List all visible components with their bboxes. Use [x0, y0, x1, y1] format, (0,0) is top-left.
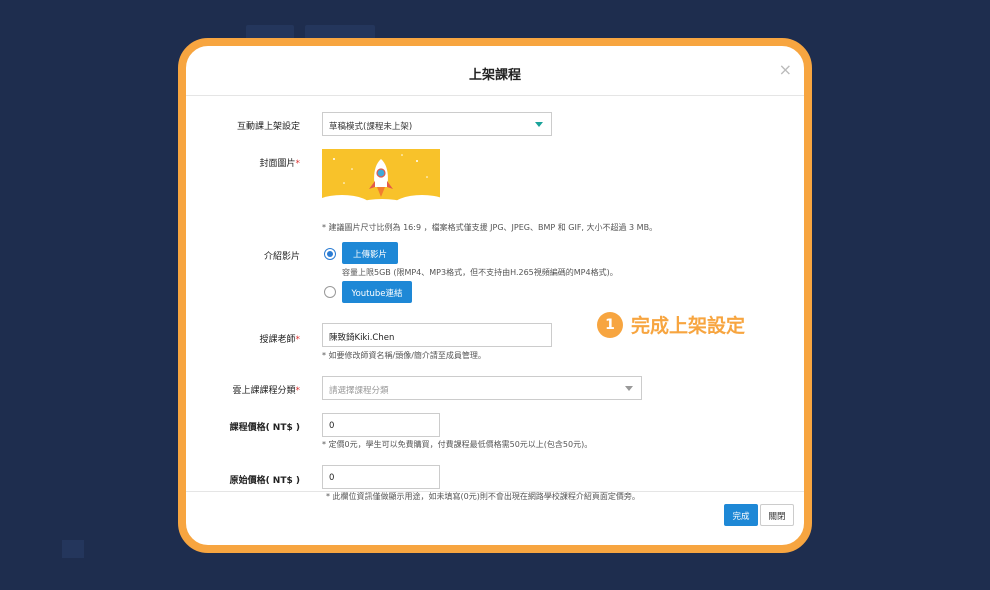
upload-video-radio[interactable]: [324, 248, 336, 260]
teacher-hint: * 如要修改師資名稱/頭像/簡介請至成員管理。: [322, 351, 486, 360]
cover-image-label: 封面圖片*: [259, 159, 300, 169]
close-icon[interactable]: ×: [779, 60, 792, 79]
step-callout-text: 完成上架設定: [631, 315, 746, 337]
original-price-label: 原始價格( NT$ ): [229, 476, 300, 486]
intro-video-label: 介紹影片: [263, 252, 300, 262]
step-callout: 1 完成上架設定: [597, 311, 745, 338]
close-button[interactable]: 關閉: [760, 504, 794, 526]
modal-header: 上架課程 ×: [186, 46, 804, 96]
teacher-input[interactable]: 陳致錡Kiki.Chen: [322, 323, 552, 347]
chevron-down-icon: [625, 386, 633, 391]
price-hint: * 定價0元，學生可以免費購買，付費課程最低價格需50元以上(包含50元)。: [322, 440, 593, 449]
cover-image-hint: * 建議圖片尺寸比例為 16:9 ，檔案格式僅支援 JPG、JPEG、BMP 和…: [322, 223, 658, 232]
interactive-setting-label: 互動課上架設定: [236, 122, 300, 132]
upload-video-hint: 容量上限5GB (限MP4、MP3格式，但不支持由H.265視頻編碼的MP4格式…: [342, 268, 618, 277]
price-input[interactable]: 0: [322, 413, 440, 437]
modal-title: 上架課程: [468, 68, 521, 83]
chevron-down-icon: [535, 122, 543, 127]
category-label: 雲上課課程分類*: [232, 386, 300, 396]
youtube-link-button[interactable]: Youtube連結: [342, 281, 412, 303]
modal-footer: 完成 關閉: [186, 491, 804, 545]
youtube-link-radio[interactable]: [324, 286, 336, 298]
category-select[interactable]: 請選擇課程分類: [322, 376, 642, 400]
teacher-label: 授課老師*: [259, 335, 300, 345]
background-pagination: [62, 540, 84, 558]
modal-body: 互動課上架設定 草稿模式(課程未上架) 封面圖片* * 建議圖片尺寸比例為 16…: [186, 97, 804, 501]
highlight-frame: 上架課程 × 互動課上架設定 草稿模式(課程未上架) 封面圖片* * 建議圖片尺…: [178, 38, 812, 553]
original-price-input[interactable]: 0: [322, 465, 440, 489]
step-number-badge: 1: [597, 311, 623, 338]
price-label: 課程價格( NT$ ): [229, 423, 300, 433]
cover-image[interactable]: [322, 149, 440, 213]
upload-video-button[interactable]: 上傳影片: [342, 242, 398, 264]
interactive-setting-select[interactable]: 草稿模式(課程未上架): [322, 112, 552, 136]
done-button[interactable]: 完成: [724, 504, 758, 526]
rocket-illustration: [322, 149, 440, 213]
